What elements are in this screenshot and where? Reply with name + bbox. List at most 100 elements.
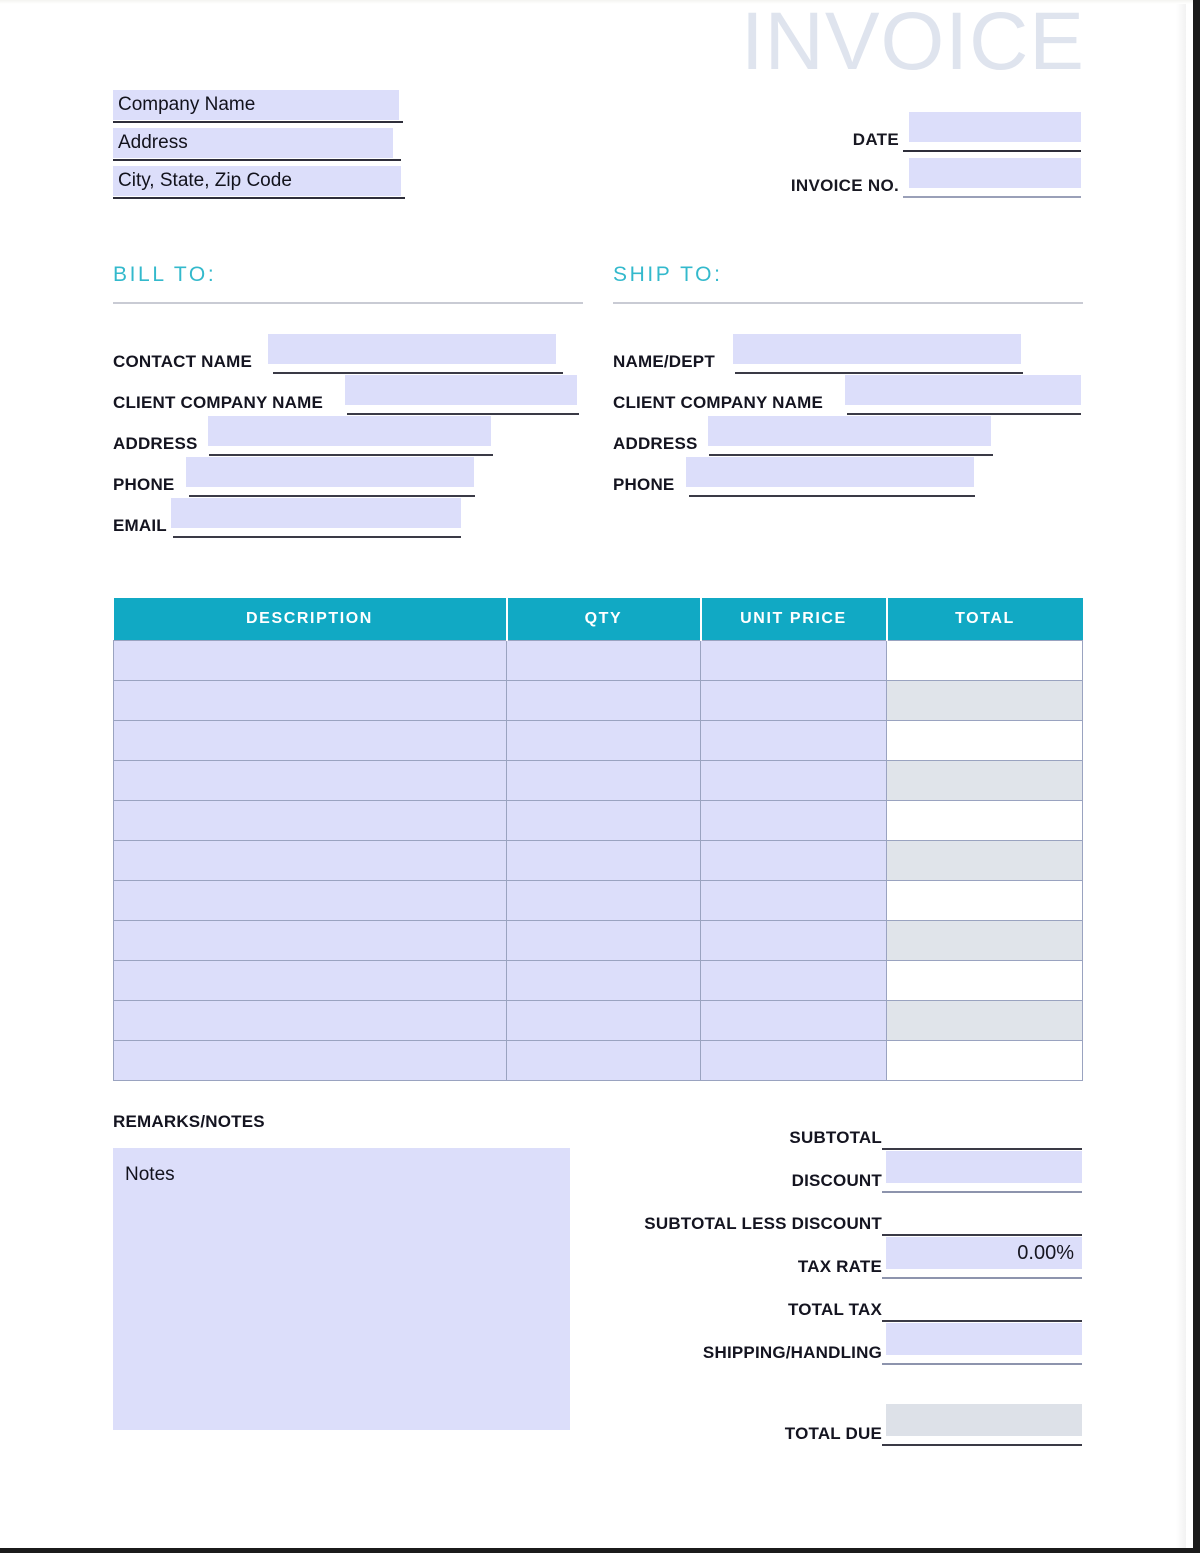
cell-description[interactable] <box>113 1039 507 1081</box>
total-field-row[interactable]: TOTAL TAX <box>600 1284 1082 1327</box>
ship-to-field-box[interactable] <box>686 457 974 487</box>
table-row[interactable] <box>113 679 1083 721</box>
ship-to-fields: NAME/DEPT CLIENT COMPANY NAME ADDRESS PHONE <box>613 334 1083 500</box>
cell-unit-price[interactable] <box>700 639 887 681</box>
cell-description[interactable] <box>113 959 507 1001</box>
cell-description[interactable] <box>113 679 507 721</box>
ship-to-field-box[interactable] <box>845 375 1081 405</box>
cell-qty[interactable] <box>506 799 701 841</box>
cell-total[interactable] <box>886 919 1083 961</box>
company-field-row[interactable]: Company Name <box>113 90 403 128</box>
total-field-row[interactable]: SUBTOTAL <box>600 1112 1082 1155</box>
bill-to-field-row[interactable]: ADDRESS <box>113 416 583 459</box>
cell-qty[interactable] <box>506 679 701 721</box>
meta-field-box[interactable] <box>909 112 1081 142</box>
cell-unit-price[interactable] <box>700 799 887 841</box>
cell-qty[interactable] <box>506 919 701 961</box>
table-row[interactable] <box>113 879 1083 921</box>
cell-qty[interactable] <box>506 759 701 801</box>
company-field-row[interactable]: City, State, Zip Code <box>113 166 405 204</box>
meta-field-row[interactable]: DATE <box>721 112 1081 158</box>
ship-to-field-box[interactable] <box>733 334 1021 364</box>
total-field-box[interactable] <box>886 1323 1082 1355</box>
meta-field-box[interactable] <box>909 158 1081 188</box>
cell-total[interactable] <box>886 839 1083 881</box>
table-row[interactable] <box>113 919 1083 961</box>
bill-to-field-box[interactable] <box>208 416 491 446</box>
cell-total[interactable] <box>886 959 1083 1001</box>
bill-to-field-box[interactable] <box>171 498 461 528</box>
cell-total[interactable] <box>886 879 1083 921</box>
bill-to-field-label: EMAIL <box>113 516 167 535</box>
table-row[interactable] <box>113 639 1083 681</box>
table-row[interactable] <box>113 799 1083 841</box>
bill-to-field-row[interactable]: EMAIL <box>113 498 583 541</box>
total-field-row[interactable]: DISCOUNT <box>600 1151 1082 1198</box>
cell-description[interactable] <box>113 839 507 881</box>
cell-description[interactable] <box>113 759 507 801</box>
cell-qty[interactable] <box>506 999 701 1041</box>
bill-to-field-underline <box>209 454 493 456</box>
total-due-row[interactable]: TOTAL DUE <box>600 1404 1082 1451</box>
cell-qty[interactable] <box>506 879 701 921</box>
notes-textarea[interactable]: Notes <box>113 1148 570 1430</box>
table-row[interactable] <box>113 959 1083 1001</box>
table-row[interactable] <box>113 839 1083 881</box>
cell-qty[interactable] <box>506 839 701 881</box>
cell-qty[interactable] <box>506 639 701 681</box>
cell-unit-price[interactable] <box>700 959 887 1001</box>
cell-unit-price[interactable] <box>700 879 887 921</box>
ship-to-field-row[interactable]: CLIENT COMPANY NAME <box>613 375 1083 418</box>
table-row[interactable] <box>113 719 1083 761</box>
total-field-row[interactable]: SHIPPING/HANDLING <box>600 1323 1082 1370</box>
cell-qty[interactable] <box>506 719 701 761</box>
cell-description[interactable] <box>113 639 507 681</box>
total-field-row[interactable]: TAX RATE 0.00% <box>600 1237 1082 1284</box>
ship-to-field-row[interactable]: PHONE <box>613 457 1083 500</box>
bill-to-divider <box>113 302 583 304</box>
total-due-underline <box>882 1444 1082 1446</box>
cell-unit-price[interactable] <box>700 839 887 881</box>
cell-unit-price[interactable] <box>700 919 887 961</box>
cell-unit-price[interactable] <box>700 679 887 721</box>
cell-description[interactable] <box>113 919 507 961</box>
cell-total[interactable] <box>886 999 1083 1041</box>
cell-description[interactable] <box>113 719 507 761</box>
bill-to-field-row[interactable]: PHONE <box>113 457 583 500</box>
bill-to-field-row[interactable]: CONTACT NAME <box>113 334 583 377</box>
table-row[interactable] <box>113 1039 1083 1081</box>
meta-field-row[interactable]: INVOICE NO. <box>721 158 1081 204</box>
table-row[interactable] <box>113 999 1083 1041</box>
cell-total[interactable] <box>886 1039 1083 1081</box>
company-field-row[interactable]: Address <box>113 128 403 166</box>
meta-field-label: DATE <box>852 130 899 149</box>
cell-description[interactable] <box>113 879 507 921</box>
bill-to-field-row[interactable]: CLIENT COMPANY NAME <box>113 375 583 418</box>
ship-to-field-box[interactable] <box>708 416 991 446</box>
bill-to-field-box[interactable] <box>186 457 474 487</box>
cell-unit-price[interactable] <box>700 719 887 761</box>
total-due-box[interactable] <box>886 1404 1082 1436</box>
bill-to-field-box[interactable] <box>345 375 577 405</box>
cell-unit-price[interactable] <box>700 999 887 1041</box>
cell-description[interactable] <box>113 799 507 841</box>
cell-description[interactable] <box>113 999 507 1041</box>
ship-to-field-row[interactable]: NAME/DEPT <box>613 334 1083 377</box>
bill-to-field-box[interactable] <box>268 334 556 364</box>
table-row[interactable] <box>113 759 1083 801</box>
cell-total[interactable] <box>886 759 1083 801</box>
cell-unit-price[interactable] <box>700 1039 887 1081</box>
cell-total[interactable] <box>886 799 1083 841</box>
ship-to-field-row[interactable]: ADDRESS <box>613 416 1083 459</box>
cell-total[interactable] <box>886 719 1083 761</box>
ship-to-field-label: PHONE <box>613 475 675 494</box>
line-items-body <box>113 639 1083 1081</box>
total-field-box[interactable] <box>886 1151 1082 1183</box>
total-field-underline <box>882 1277 1082 1279</box>
cell-total[interactable] <box>886 639 1083 681</box>
cell-total[interactable] <box>886 679 1083 721</box>
total-field-row[interactable]: SUBTOTAL LESS DISCOUNT <box>600 1198 1082 1241</box>
cell-unit-price[interactable] <box>700 759 887 801</box>
cell-qty[interactable] <box>506 959 701 1001</box>
cell-qty[interactable] <box>506 1039 701 1081</box>
